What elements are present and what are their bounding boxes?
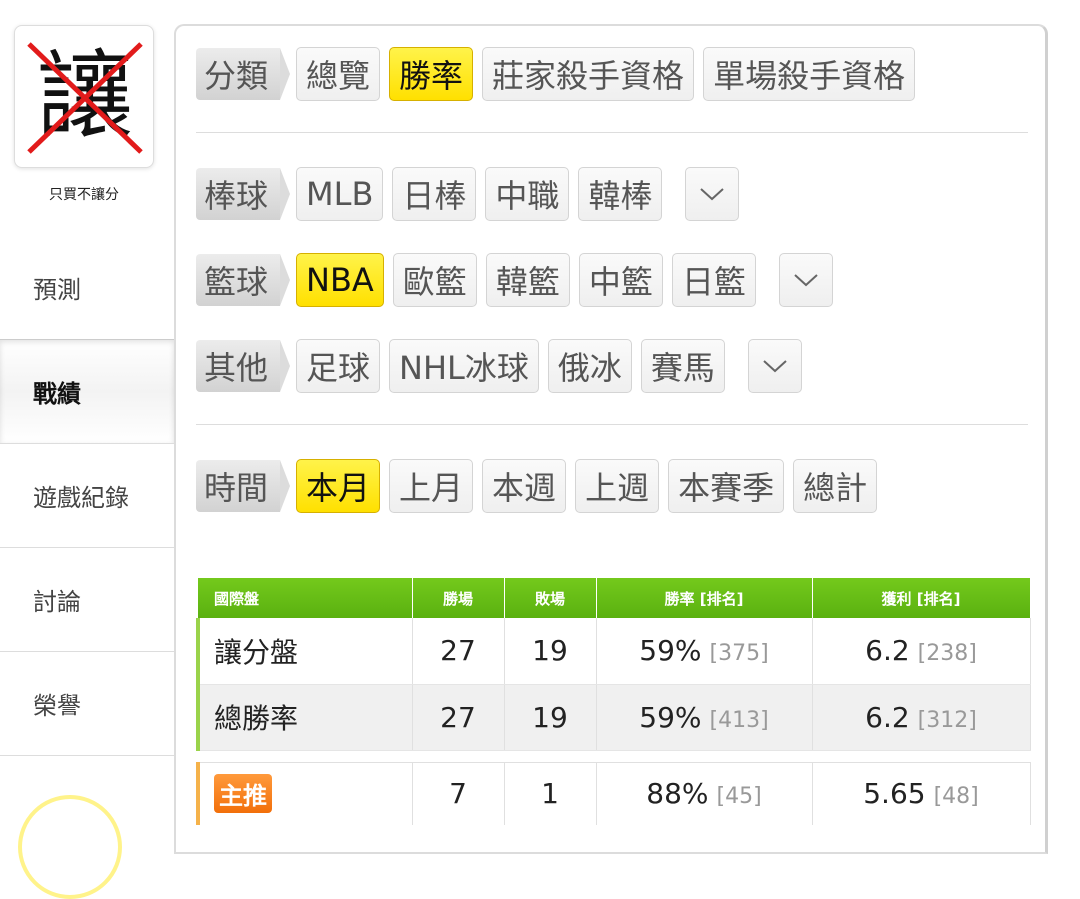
chip-win-rate[interactable]: 勝率 bbox=[389, 47, 474, 101]
row-wins: 27 bbox=[412, 684, 505, 751]
nav-item-game-log[interactable]: 遊戲紀錄 bbox=[0, 444, 174, 548]
profit-value: 6.2 bbox=[865, 634, 910, 668]
row-wins: 27 bbox=[412, 618, 505, 685]
featured-win-rate-cell: 88% [45] bbox=[596, 762, 813, 825]
avatar-caption: 只買不讓分 bbox=[49, 187, 119, 203]
chip-horse-racing[interactable]: 賽馬 bbox=[640, 339, 725, 393]
chip-khl[interactable]: 俄冰 bbox=[547, 339, 632, 393]
chip-total[interactable]: 總計 bbox=[793, 459, 878, 513]
row-name: 總勝率 bbox=[196, 684, 413, 751]
row-losses: 19 bbox=[504, 684, 597, 751]
chip-banker-killer[interactable]: 莊家殺手資格 bbox=[482, 47, 695, 101]
profit-value: 5.65 bbox=[863, 777, 926, 811]
chip-china-basketball[interactable]: 中籃 bbox=[578, 253, 663, 307]
chevron-down-icon bbox=[794, 274, 818, 287]
profit-rank: [238] bbox=[917, 641, 977, 667]
win-rate-value: 59% bbox=[639, 700, 702, 734]
other-label: 其他 bbox=[196, 340, 291, 392]
chip-this-month[interactable]: 本月 bbox=[296, 459, 381, 513]
stats-table: 國際盤 勝場 敗場 勝率 [排名] 獲利 [排名] 讓分盤 27 19 59% [… bbox=[196, 578, 1031, 751]
sidebar-nav: 預測 戰績 遊戲紀錄 討論 榮譽 bbox=[0, 236, 174, 756]
basketball-more-dropdown[interactable] bbox=[778, 253, 833, 307]
baseball-filter-row: 棒球 MLB 日棒 中職 韓棒 bbox=[196, 166, 740, 222]
row-win-rate-cell: 59% [375] bbox=[596, 618, 813, 685]
chip-cpbl[interactable]: 中職 bbox=[485, 167, 570, 221]
cross-out-icon bbox=[27, 42, 143, 154]
other-more-dropdown[interactable] bbox=[747, 339, 802, 393]
time-filter-row: 時間 本月 上月 本週 上週 本賽季 總計 bbox=[196, 458, 886, 514]
featured-name-cell: 主推 bbox=[196, 762, 413, 825]
divider bbox=[196, 132, 1028, 133]
nav-label: 討論 bbox=[33, 588, 81, 616]
divider bbox=[196, 424, 1028, 425]
profit-rank: [48] bbox=[933, 784, 979, 810]
win-rate-rank: [45] bbox=[716, 784, 762, 810]
row-profit-cell: 6.2 [312] bbox=[812, 684, 1031, 751]
category-filter-row: 分類 總覽 勝率 莊家殺手資格 單場殺手資格 bbox=[196, 46, 924, 102]
row-losses: 19 bbox=[504, 618, 597, 685]
chip-korea-basketball[interactable]: 韓籃 bbox=[485, 253, 570, 307]
baseball-label: 棒球 bbox=[196, 168, 291, 220]
header-win-rate: 勝率 [排名] bbox=[596, 578, 813, 618]
other-filter-row: 其他 足球 NHL冰球 俄冰 賽馬 bbox=[196, 338, 802, 394]
header-market: 國際盤 bbox=[198, 578, 413, 618]
nav-item-predict[interactable]: 預測 bbox=[0, 236, 174, 340]
featured-row: 主推 7 1 88% [45] 5.65 [48] bbox=[196, 762, 1031, 825]
nav-item-record[interactable]: 戰績 bbox=[0, 340, 174, 444]
nav-label: 榮譽 bbox=[33, 692, 81, 720]
featured-table: 主推 7 1 88% [45] 5.65 [48] bbox=[196, 762, 1031, 825]
row-name: 讓分盤 bbox=[196, 618, 413, 685]
table-row: 總勝率 27 19 59% [413] 6.2 [312] bbox=[196, 684, 1031, 751]
category-label: 分類 bbox=[196, 48, 291, 100]
nav-label: 遊戲紀錄 bbox=[33, 484, 129, 512]
chip-npb[interactable]: 日棒 bbox=[392, 167, 477, 221]
time-label: 時間 bbox=[196, 460, 291, 512]
basketball-label: 籃球 bbox=[196, 254, 291, 306]
featured-losses: 1 bbox=[504, 762, 597, 825]
row-profit-cell: 6.2 [238] bbox=[812, 618, 1031, 685]
chevron-down-icon bbox=[763, 360, 787, 373]
chip-this-week[interactable]: 本週 bbox=[482, 459, 567, 513]
chip-japan-basketball[interactable]: 日籃 bbox=[671, 253, 756, 307]
sun-decoration-icon bbox=[18, 795, 122, 899]
avatar[interactable]: 讓 bbox=[14, 25, 154, 168]
win-rate-value: 88% bbox=[646, 777, 709, 811]
win-rate-rank: [413] bbox=[709, 707, 769, 733]
chip-nba[interactable]: NBA bbox=[296, 253, 384, 307]
profit-value: 6.2 bbox=[865, 700, 910, 734]
chip-euro-basketball[interactable]: 歐籃 bbox=[392, 253, 477, 307]
row-win-rate-cell: 59% [413] bbox=[596, 684, 813, 751]
chip-soccer[interactable]: 足球 bbox=[296, 339, 381, 393]
nav-label: 預測 bbox=[33, 276, 81, 304]
chip-this-season[interactable]: 本賽季 bbox=[668, 459, 785, 513]
header-losses: 敗場 bbox=[504, 578, 597, 618]
nav-label: 戰績 bbox=[33, 380, 81, 408]
featured-wins: 7 bbox=[412, 762, 505, 825]
chip-last-month[interactable]: 上月 bbox=[389, 459, 474, 513]
chip-kbo[interactable]: 韓棒 bbox=[578, 167, 663, 221]
nav-item-discussion[interactable]: 討論 bbox=[0, 548, 174, 652]
header-wins: 勝場 bbox=[412, 578, 505, 618]
basketball-filter-row: 籃球 NBA 歐籃 韓籃 中籃 日籃 bbox=[196, 252, 833, 308]
chip-last-week[interactable]: 上週 bbox=[575, 459, 660, 513]
win-rate-value: 59% bbox=[639, 634, 702, 668]
featured-badge: 主推 bbox=[214, 774, 272, 814]
featured-profit-cell: 5.65 [48] bbox=[812, 762, 1031, 825]
chip-single-killer[interactable]: 單場殺手資格 bbox=[703, 47, 916, 101]
profit-rank: [312] bbox=[917, 707, 977, 733]
header-profit: 獲利 [排名] bbox=[812, 578, 1031, 618]
chip-overview[interactable]: 總覽 bbox=[296, 47, 381, 101]
main-panel: 分類 總覽 勝率 莊家殺手資格 單場殺手資格 棒球 MLB 日棒 中職 韓棒 籃… bbox=[174, 24, 1048, 854]
chip-nhl[interactable]: NHL冰球 bbox=[389, 339, 539, 393]
chip-mlb[interactable]: MLB bbox=[296, 167, 384, 221]
table-header-row: 國際盤 勝場 敗場 勝率 [排名] 獲利 [排名] bbox=[198, 578, 1031, 618]
baseball-more-dropdown[interactable] bbox=[685, 167, 740, 221]
chevron-down-icon bbox=[700, 188, 725, 201]
win-rate-rank: [375] bbox=[709, 641, 769, 667]
table-row: 讓分盤 27 19 59% [375] 6.2 [238] bbox=[196, 618, 1031, 685]
nav-item-honor[interactable]: 榮譽 bbox=[0, 652, 174, 756]
sidebar: 讓 只買不讓分 預測 戰績 遊戲紀錄 討論 榮譽 bbox=[0, 0, 174, 899]
